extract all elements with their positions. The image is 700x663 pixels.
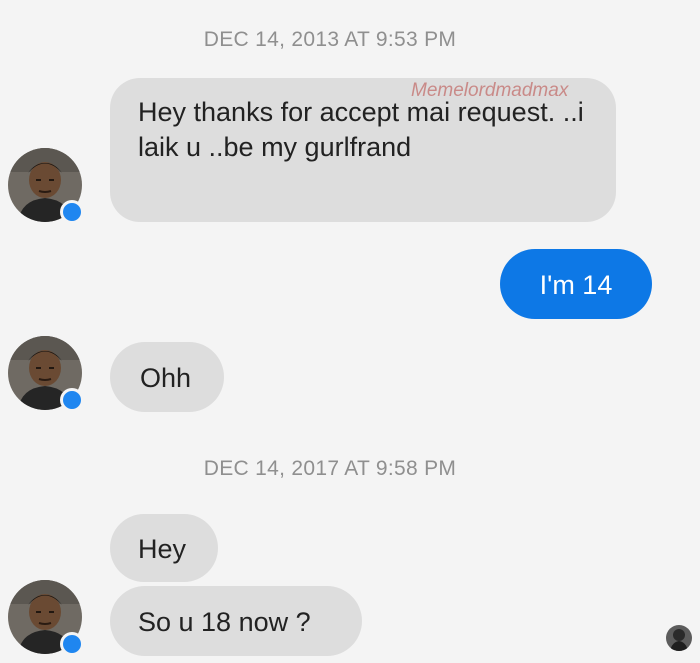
timestamp-1: DEC 14, 2013 AT 9:53 PM <box>203 28 457 51</box>
messenger-badge-icon <box>60 632 84 656</box>
message-bubble-incoming-3[interactable]: Hey <box>110 514 218 582</box>
watermark: Memelordmadmax <box>411 80 569 101</box>
message-bubble-incoming-4[interactable]: So u 18 now ? <box>110 586 362 656</box>
message-text: So u 18 now ? <box>138 607 311 637</box>
timestamp-2: DEC 14, 2017 AT 9:58 PM <box>203 457 457 480</box>
message-text: Hey thanks for accept mai request. ..i l… <box>138 97 584 162</box>
contact-avatar-1[interactable] <box>8 148 84 224</box>
message-text: Hey <box>138 534 187 564</box>
messenger-badge-icon <box>60 200 84 224</box>
message-bubble-outgoing-1[interactable]: I'm 14 <box>500 249 652 319</box>
message-text: I'm 14 <box>539 270 613 300</box>
contact-avatar-2[interactable] <box>8 336 84 412</box>
seen-avatar-icon <box>666 625 692 651</box>
seen-avatar-icon <box>666 625 692 651</box>
messenger-badge-icon <box>60 388 84 412</box>
message-text: Ohh <box>140 363 192 393</box>
contact-avatar-3[interactable] <box>8 580 84 656</box>
message-bubble-incoming-2[interactable]: Ohh <box>110 342 224 412</box>
